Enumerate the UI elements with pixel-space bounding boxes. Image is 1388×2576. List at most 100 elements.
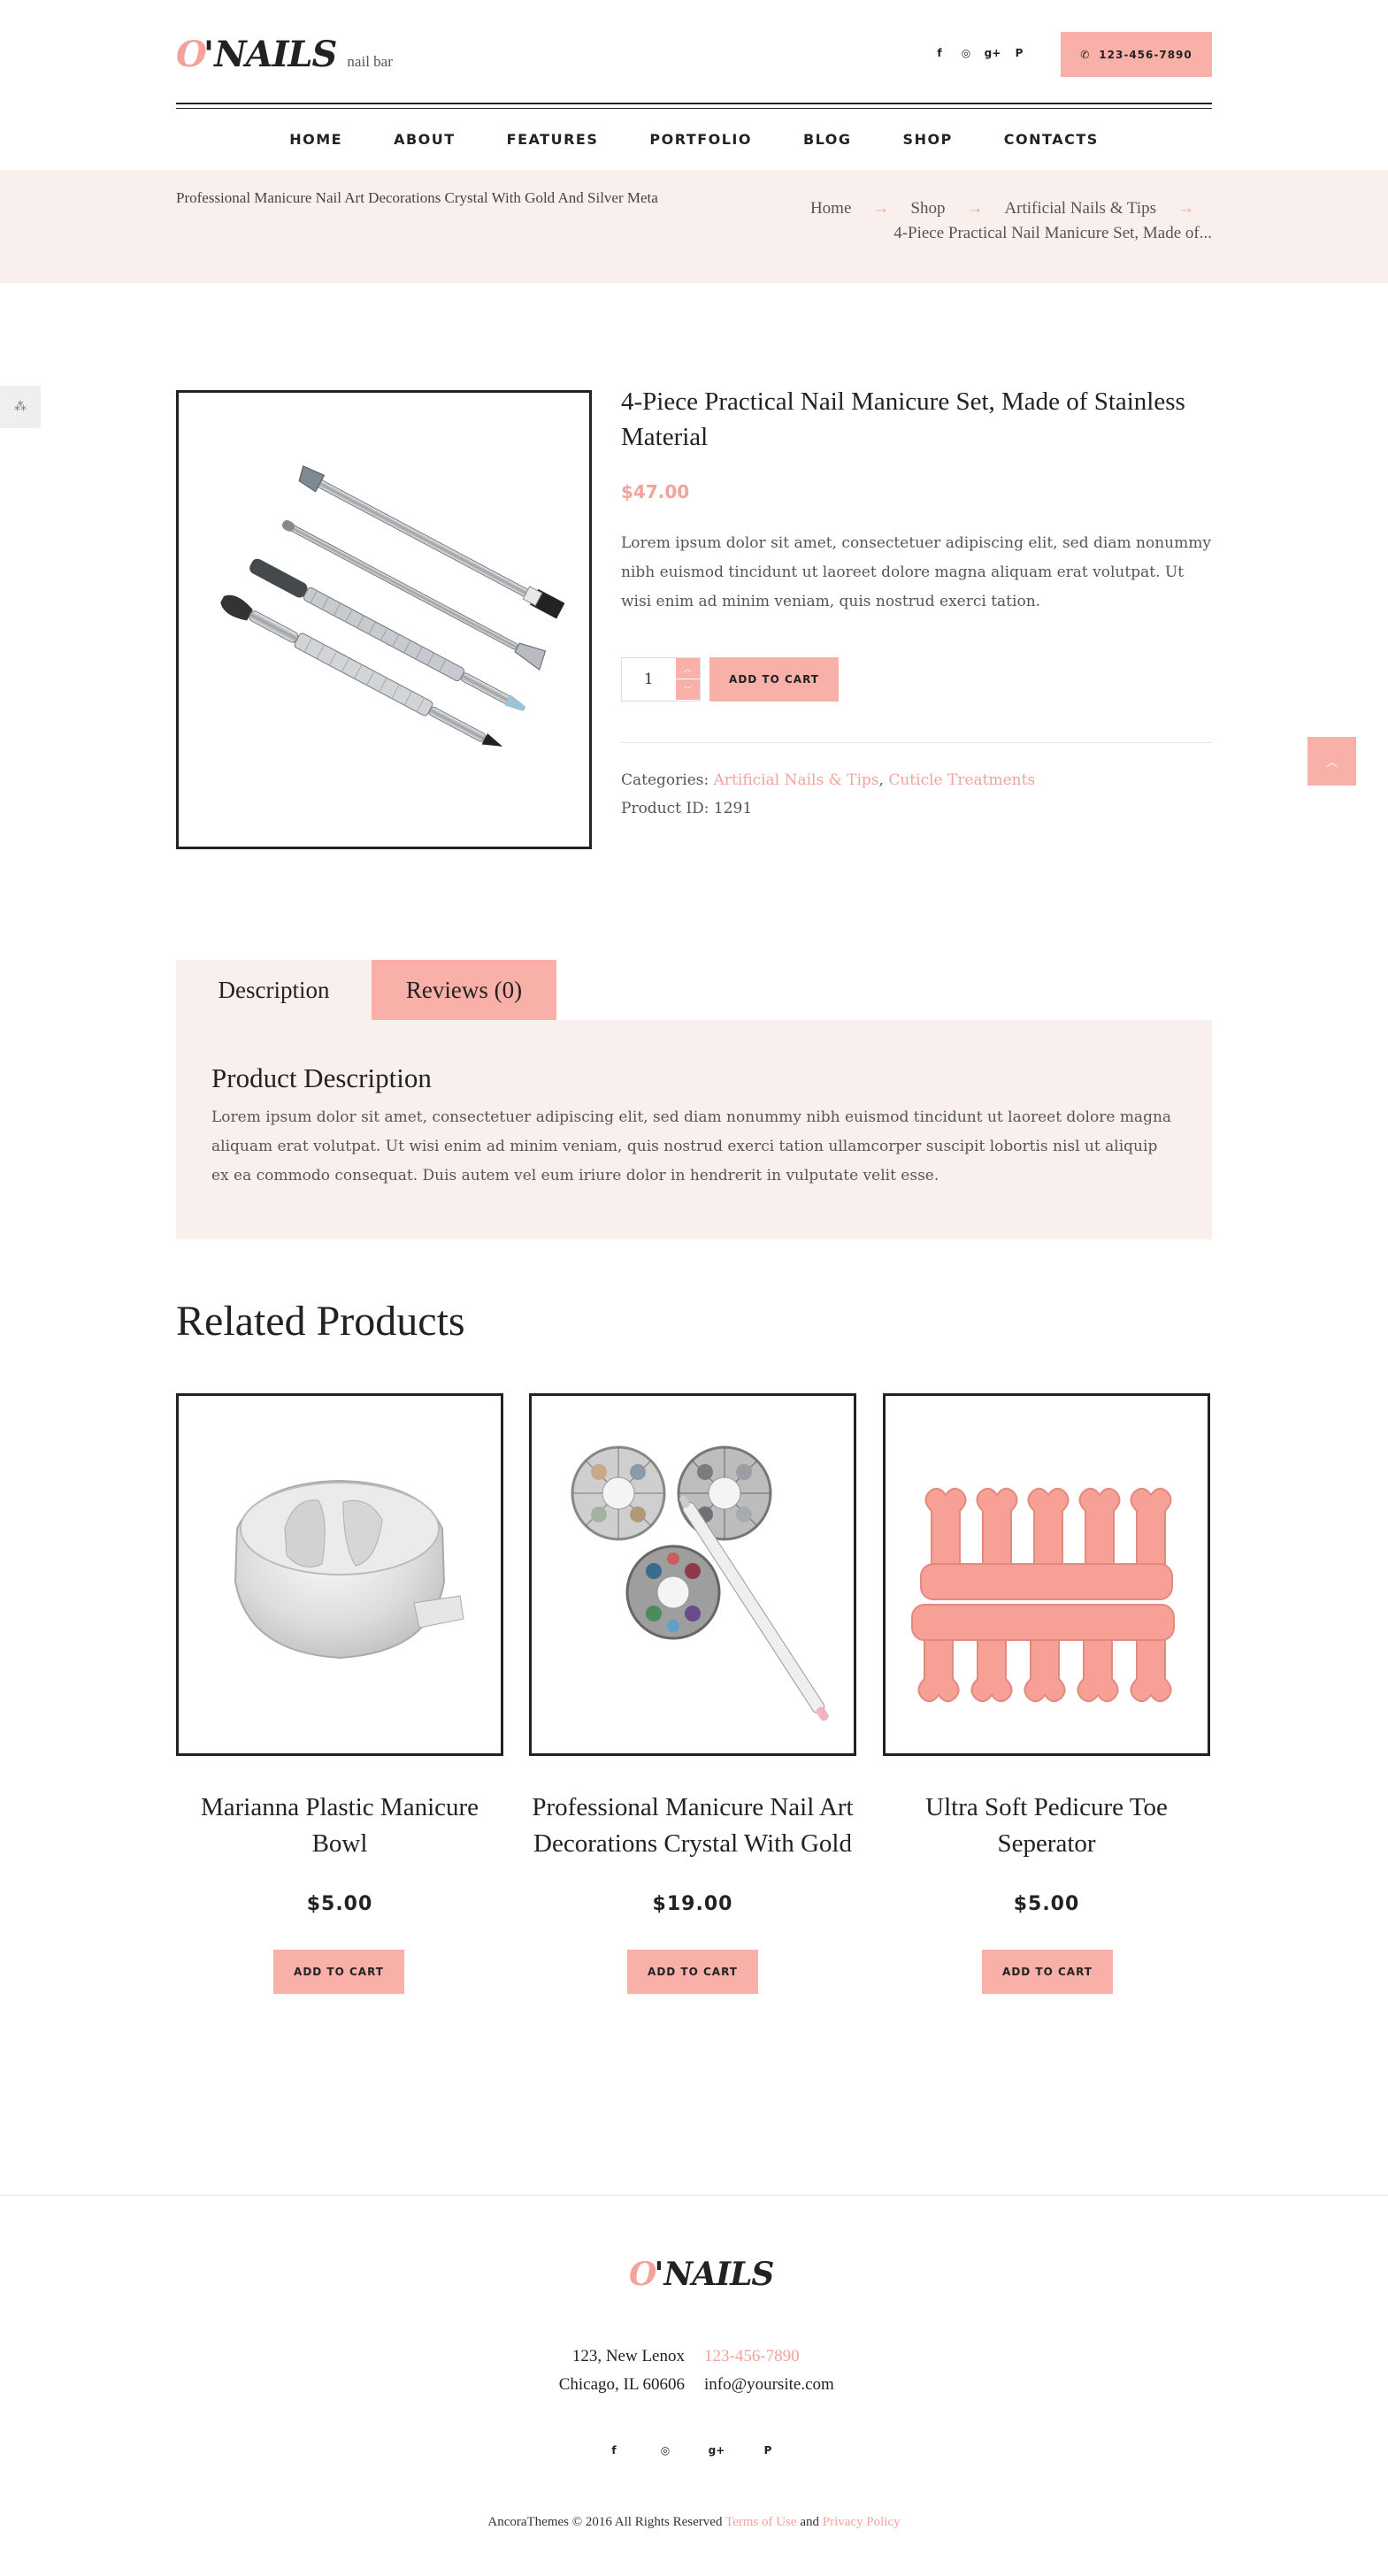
nav-item-features[interactable]: FEATURES [481,124,625,155]
nav-item-portfolio[interactable]: PORTFOLIO [624,124,778,155]
product-id: Product ID: 1291 [621,794,1035,823]
footer-phone-link[interactable]: 123-456-7890 [704,2342,934,2371]
product-categories: Categories: Artificial Nails & Tips, Cut… [621,766,1035,794]
tab-panel-description: Product Description Lorem ipsum dolor si… [176,1020,1212,1239]
breadcrumb-current: 4-Piece Practical Nail Manicure Set, Mad… [893,224,1212,242]
settings-widget-button[interactable]: ⁂ [0,386,41,428]
product-tabs: Description Reviews (0) [176,960,556,1020]
related-product-card: Professional Manicure Nail Art Decoratio… [529,1393,856,1994]
address-line-1: 123, New Lenox [571,2347,685,2365]
google-plus-icon[interactable]: g+ [709,2443,725,2457]
manicure-tools-image [220,465,565,747]
product-meta: Categories: Artificial Nails & Tips, Cut… [621,766,1035,823]
terms-link[interactable]: Terms of Use [725,2515,797,2529]
nav-item-shop[interactable]: SHOP [878,124,978,155]
product-id-label: Product ID: [621,800,709,817]
category-separator: , [878,771,884,789]
footer-divider [0,2195,1388,2196]
add-to-cart-button[interactable]: ADD TO CART [709,657,839,702]
related-product-name[interactable]: Professional Manicure Nail Art Decoratio… [529,1790,856,1862]
tab-reviews[interactable]: Reviews (0) [372,960,556,1020]
nav-item-contacts[interactable]: CONTACTS [978,124,1124,155]
add-to-cart-button[interactable]: ADD TO CART [627,1950,758,1994]
logo-nails: NAILS [663,2256,774,2293]
facebook-icon[interactable]: f [932,46,947,60]
footer-logo[interactable]: O ' NAILS [629,2256,774,2293]
scroll-to-top-button[interactable]: ︿ [1307,737,1356,786]
related-product-image[interactable] [883,1393,1210,1756]
main-nav: HOME ABOUT FEATURES PORTFOLIO BLOG SHOP … [176,124,1212,155]
related-product-name[interactable]: Ultra Soft Pedicure Toe Seperator [883,1790,1210,1862]
product-id-value: 1291 [713,800,753,817]
logo-nails: NAILS [214,34,337,75]
instagram-icon[interactable]: ◎ [959,46,973,60]
phone-button[interactable]: ✆ 123-456-7890 [1061,32,1212,77]
quantity-increase-icon[interactable]: ︿ [675,658,700,679]
product-short-description: Lorem ipsum dolor sit amet, consectetuer… [621,534,1211,610]
manicure-bowl-image [234,1479,464,1660]
arrow-right-icon: → [966,199,984,218]
logo-tagline: nail bar [347,53,393,70]
description-heading: Product Description [211,1062,432,1093]
site-header: O ' NAILS nail bar f ◎ g+ P ✆ 123-456-78… [0,0,1388,170]
breadcrumb: Home → Shop → Artificial Nails & Tips → … [796,196,1212,246]
nav-divider-bottom [176,108,1212,109]
product-price: $47.00 [621,481,690,502]
add-to-cart-button[interactable]: ADD TO CART [273,1950,404,1994]
instagram-icon[interactable]: ◎ [658,2443,672,2457]
add-to-cart-button[interactable]: ADD TO CART [982,1950,1113,1994]
related-product-image[interactable] [529,1393,856,1756]
page-title: Professional Manicure Nail Art Decoratio… [176,189,658,206]
footer-contact: 123-456-7890 info@yoursite.com [704,2342,934,2399]
nav-item-about[interactable]: ABOUT [368,124,481,155]
logo-apostrophe: ' [654,2256,664,2293]
quantity-input[interactable]: 1 [622,658,676,701]
footer-socials: f ◎ g+ P [607,2443,775,2457]
facebook-icon[interactable]: f [607,2443,621,2457]
description-body: Lorem ipsum dolor sit amet, consectetuer… [211,1108,1172,1184]
quantity-decrease-icon[interactable]: ﹀ [675,679,700,701]
related-product-name[interactable]: Marianna Plastic Manicure Bowl [176,1790,503,1862]
footer-email-link[interactable]: info@yoursite.com [704,2371,934,2399]
product-divider [621,742,1212,743]
copyright-text: AncoraThemes © 2016 All Rights Reserved [487,2515,723,2529]
breadcrumb-category[interactable]: Artificial Nails & Tips [1004,196,1156,221]
logo-o: O [629,2256,657,2293]
nav-divider-top [176,103,1212,104]
nail-art-crystals-image [571,1445,829,1721]
grid-icon: ⁂ [14,400,27,414]
header-socials: f ◎ g+ P [932,46,1026,60]
google-plus-icon[interactable]: g+ [985,46,1001,60]
breadcrumb-shop[interactable]: Shop [910,196,945,221]
quantity-controls: ︿ ﹀ [675,658,700,701]
privacy-link[interactable]: Privacy Policy [823,2515,901,2529]
site-logo[interactable]: O ' NAILS nail bar [176,34,393,76]
product-title: 4-Piece Practical Nail Manicure Set, Mad… [621,387,1185,451]
breadcrumb-home[interactable]: Home [810,196,851,221]
related-product-price: $19.00 [652,1893,733,1915]
category-link-artificial-nails[interactable]: Artificial Nails & Tips [714,771,879,789]
arrow-right-icon: → [872,199,890,218]
nav-item-home[interactable]: HOME [264,124,368,155]
arrow-right-icon: → [1177,199,1194,218]
footer-copyright: AncoraThemes © 2016 All Rights Reserved … [0,2515,1388,2530]
phone-number: 123-456-7890 [1099,48,1192,61]
paypal-icon[interactable]: P [1012,46,1026,60]
chevron-up-icon: ︿ [1325,756,1338,770]
nav-item-blog[interactable]: BLOG [778,124,878,155]
related-product-card: Ultra Soft Pedicure Toe Seperator $5.00 … [883,1393,1210,1994]
logo-apostrophe: ' [203,34,215,75]
product-image[interactable] [176,390,592,849]
related-product-image[interactable] [176,1393,503,1756]
footer-address: 123, New Lenox Chicago, IL 60606 [495,2342,685,2399]
paypal-icon[interactable]: P [761,2443,775,2457]
related-products-title: Related Products [176,1298,465,1345]
toe-separator-image [911,1487,1175,1703]
tab-description[interactable]: Description [176,960,372,1020]
category-link-cuticle-treatments[interactable]: Cuticle Treatments [888,771,1035,789]
related-product-card: Marianna Plastic Manicure Bowl $5.00 ADD… [176,1393,503,1994]
related-product-price: $5.00 [1013,1893,1080,1915]
copyright-and: and [800,2515,819,2529]
quantity-stepper[interactable]: 1 ︿ ﹀ [621,657,701,702]
address-line-2: Chicago, IL 60606 [558,2375,685,2394]
